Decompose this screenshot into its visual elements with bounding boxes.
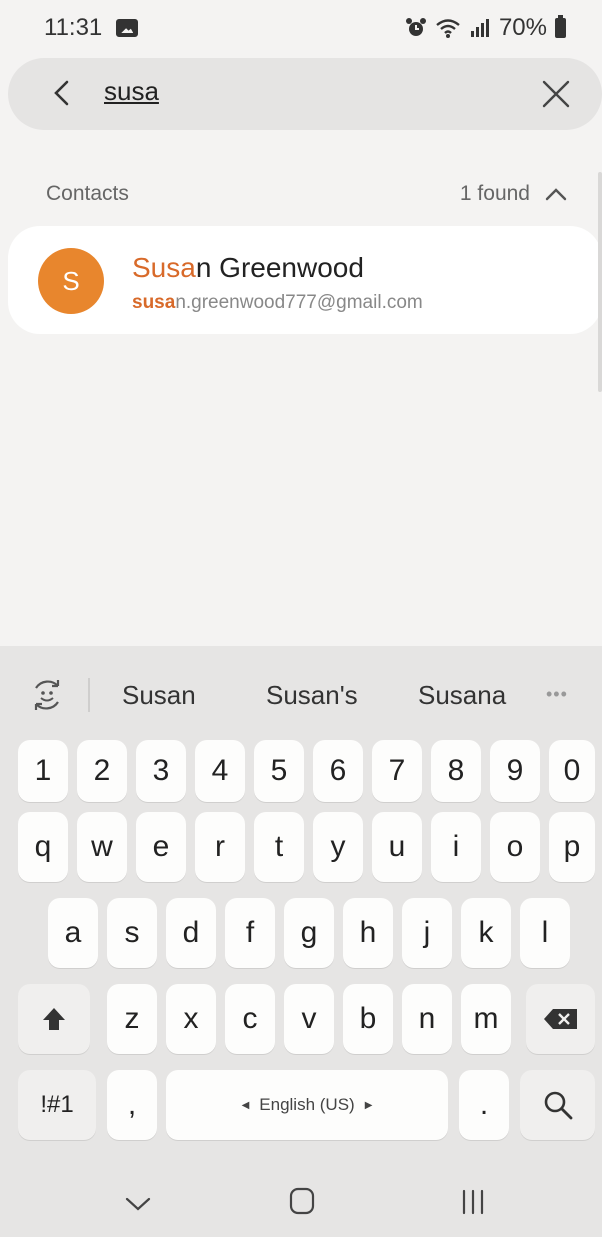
suggestion-3[interactable]: Susana (418, 680, 506, 711)
key-z[interactable]: z (107, 984, 157, 1054)
status-left: 11:31 (44, 14, 139, 42)
contacts-section-title: Contacts (46, 182, 129, 205)
key-v[interactable]: v (284, 984, 334, 1054)
key-o[interactable]: o (490, 812, 540, 882)
battery-percent: 70% (498, 14, 547, 41)
shift-icon (43, 1008, 65, 1030)
contact-email-rest: n.greenwood777@gmail.com (175, 292, 423, 313)
language-left-arrow-icon: ◀ (241, 1099, 250, 1111)
key-5[interactable]: 5 (254, 740, 304, 802)
nav-recents-icon[interactable] (458, 1188, 488, 1216)
contacts-section-header[interactable]: Contacts 1 found (46, 182, 568, 206)
key-x[interactable]: x (166, 984, 216, 1054)
contact-email: susan.greenwood777@gmail.com (132, 292, 423, 314)
key-k[interactable]: k (461, 898, 511, 968)
search-key[interactable] (520, 1070, 595, 1140)
search-input[interactable]: susa (104, 76, 159, 107)
navigation-bar (0, 1150, 602, 1237)
key-d[interactable]: d (166, 898, 216, 968)
shift-key[interactable] (18, 984, 90, 1054)
suggestion-bar: Susan Susan's Susana ••• (0, 646, 602, 736)
key-w[interactable]: w (77, 812, 127, 882)
key-m[interactable]: m (461, 984, 511, 1054)
language-right-arrow-icon: ▶ (364, 1099, 373, 1111)
key-2[interactable]: 2 (77, 740, 127, 802)
found-count: 1 found (459, 182, 530, 205)
key-s[interactable]: s (107, 898, 157, 968)
contact-email-match: susa (132, 292, 176, 313)
alarm-icon (405, 18, 426, 36)
space-key-content: ◀ English (US) ▶ (242, 1095, 373, 1115)
key-a[interactable]: a (48, 898, 98, 968)
key-e[interactable]: e (136, 812, 186, 882)
space-key-label: English (US) (259, 1095, 355, 1114)
key-n[interactable]: n (402, 984, 452, 1054)
battery-icon (555, 15, 566, 38)
symbols-key[interactable]: !#1 (18, 1070, 96, 1140)
status-right: 70% (405, 14, 566, 42)
key-y[interactable]: y (313, 812, 363, 882)
contact-name-rest: n Greenwood (195, 252, 364, 283)
back-icon[interactable] (48, 78, 78, 108)
chevron-up-icon[interactable] (544, 186, 568, 202)
wifi-icon (436, 19, 460, 38)
key-g[interactable]: g (284, 898, 334, 968)
status-bar: 11:31 70% (0, 0, 602, 56)
key-0[interactable]: 0 (549, 740, 595, 802)
backspace-key[interactable] (526, 984, 595, 1054)
contact-name-match: Susa (132, 252, 196, 283)
key-i[interactable]: i (431, 812, 481, 882)
comma-key[interactable]: , (107, 1070, 157, 1140)
key-9[interactable]: 9 (490, 740, 540, 802)
sticker-icon[interactable] (28, 676, 66, 714)
search-bar: susa (8, 58, 602, 130)
key-q[interactable]: q (18, 812, 68, 882)
key-7[interactable]: 7 (372, 740, 422, 802)
key-j[interactable]: j (402, 898, 452, 968)
signal-icon (470, 19, 489, 37)
key-l[interactable]: l (520, 898, 570, 968)
key-4[interactable]: 4 (195, 740, 245, 802)
avatar: S (38, 248, 104, 314)
period-key[interactable]: . (459, 1070, 509, 1140)
found-group: 1 found (460, 182, 568, 206)
key-u[interactable]: u (372, 812, 422, 882)
space-key[interactable]: ◀ English (US) ▶ (166, 1070, 448, 1140)
key-b[interactable]: b (343, 984, 393, 1054)
contact-result-card[interactable]: S Susan Greenwood susan.greenwood777@gma… (8, 226, 602, 334)
key-h[interactable]: h (343, 898, 393, 968)
gallery-icon (116, 19, 139, 37)
status-time: 11:31 (44, 14, 103, 41)
key-1[interactable]: 1 (18, 740, 68, 802)
suggestion-2[interactable]: Susan's (266, 680, 358, 711)
suggestion-divider (88, 678, 90, 712)
more-icon[interactable]: ••• (546, 684, 568, 705)
key-p[interactable]: p (549, 812, 595, 882)
key-t[interactable]: t (254, 812, 304, 882)
nav-home-icon[interactable] (288, 1186, 316, 1216)
contact-name: Susan Greenwood (132, 252, 364, 284)
keyboard: Susan Susan's Susana ••• 1 2 3 4 5 6 7 8… (0, 646, 602, 1237)
key-r[interactable]: r (195, 812, 245, 882)
clear-icon[interactable] (540, 78, 572, 110)
backspace-icon (543, 1009, 577, 1029)
search-icon (544, 1091, 572, 1120)
key-c[interactable]: c (225, 984, 275, 1054)
suggestion-1[interactable]: Susan (122, 680, 196, 711)
nav-back-icon[interactable] (124, 1194, 152, 1214)
key-6[interactable]: 6 (313, 740, 363, 802)
key-f[interactable]: f (225, 898, 275, 968)
key-8[interactable]: 8 (431, 740, 481, 802)
scroll-indicator[interactable] (598, 172, 602, 392)
key-3[interactable]: 3 (136, 740, 186, 802)
